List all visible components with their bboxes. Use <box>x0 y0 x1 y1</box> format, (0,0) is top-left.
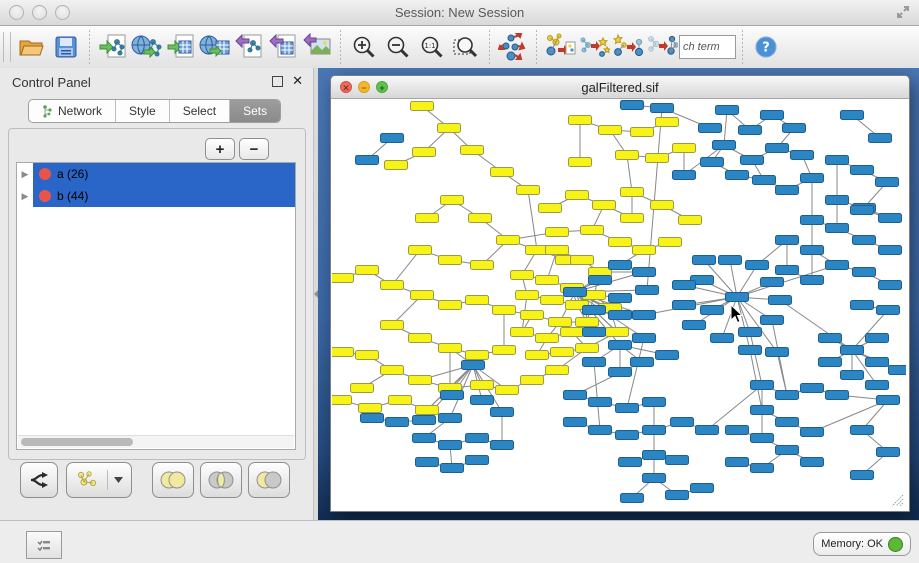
zoom-actual-size-icon[interactable]: 1:1 <box>415 30 449 64</box>
difference-sets-button[interactable] <box>248 462 290 498</box>
network-view-window[interactable]: ✕ − + galFiltered.sif <box>330 75 910 512</box>
set-color-icon <box>39 190 51 202</box>
button-divider <box>107 470 108 490</box>
set-row-a[interactable]: ▶ a (26) <box>17 163 295 185</box>
toolbar-separator <box>340 30 341 64</box>
network-window-titlebar[interactable]: ✕ − + galFiltered.sif <box>331 76 909 99</box>
control-panel: Control Panel ✕ Network Style Select Set… <box>0 68 313 520</box>
toolbar-separator <box>89 30 90 64</box>
select-from-file-icon[interactable] <box>577 30 611 64</box>
import-table-from-url-icon[interactable] <box>198 30 232 64</box>
toolbar-separator <box>536 30 537 64</box>
status-bar: Memory: OK <box>0 520 919 563</box>
control-panel-tabs: Network Style Select Sets <box>28 99 281 123</box>
set-name: b (44) <box>57 189 88 203</box>
add-set-button[interactable]: + <box>205 138 235 160</box>
toolbar-separator <box>489 30 490 64</box>
zoom-selected-region-icon[interactable] <box>449 30 483 64</box>
window-titlebar: Session: New Session <box>0 0 919 26</box>
close-panel-icon[interactable]: ✕ <box>292 73 303 89</box>
horizontal-scrollbar[interactable] <box>18 435 294 448</box>
first-neighbors-of-selected-icon[interactable] <box>543 30 577 64</box>
control-panel-header: Control Panel ✕ <box>0 68 313 96</box>
control-panel-title: Control Panel <box>12 75 91 90</box>
split-sets-button[interactable] <box>20 462 58 498</box>
import-table-from-file-icon[interactable] <box>164 30 198 64</box>
tab-style[interactable]: Style <box>115 100 169 122</box>
search-text: ch term <box>683 41 720 53</box>
toolbar-grip <box>3 32 11 62</box>
yellow-network-icon <box>75 469 101 491</box>
network-desktop: ✕ − + galFiltered.sif <box>318 68 919 520</box>
zoom-in-icon[interactable] <box>347 30 381 64</box>
expand-triangle-icon[interactable]: ▶ <box>17 169 33 180</box>
expand-window-icon[interactable] <box>895 4 911 20</box>
expand-triangle-icon[interactable]: ▶ <box>17 191 33 202</box>
export-table-icon[interactable] <box>266 30 300 64</box>
tab-sets[interactable]: Sets <box>229 100 280 122</box>
mouse-cursor <box>730 304 744 324</box>
memory-ok-icon <box>888 537 903 552</box>
split-icon <box>28 469 50 491</box>
network-window-title: galFiltered.sif <box>331 80 909 95</box>
import-network-from-file-icon[interactable] <box>96 30 130 64</box>
tab-network[interactable]: Network <box>29 100 115 122</box>
hide-selected-icon[interactable] <box>611 30 645 64</box>
tab-select[interactable]: Select <box>169 100 229 122</box>
help-button[interactable]: ? <box>749 30 783 64</box>
remove-set-button[interactable]: − <box>239 138 269 160</box>
memory-status-button[interactable]: Memory: OK <box>813 532 911 556</box>
window-title: Session: New Session <box>0 5 919 20</box>
create-group-from-set-button[interactable] <box>66 462 132 498</box>
show-all-nodes-edges-icon[interactable] <box>645 30 679 64</box>
network-tab-icon <box>42 105 53 118</box>
intersection-sets-button[interactable] <box>200 462 242 498</box>
network-canvas[interactable] <box>332 100 906 509</box>
set-row-selection: a (26) <box>33 163 295 185</box>
tab-style-label: Style <box>129 104 156 118</box>
union-sets-button[interactable] <box>152 462 194 498</box>
export-network-icon[interactable] <box>232 30 266 64</box>
memory-status-label: Memory: OK <box>821 538 883 550</box>
toolbar-separator <box>742 30 743 64</box>
tab-select-label: Select <box>183 104 216 118</box>
union-icon <box>158 469 188 491</box>
network-graph[interactable] <box>332 100 906 509</box>
tab-network-label: Network <box>58 104 102 118</box>
set-name: a (26) <box>57 167 88 181</box>
tab-sets-label: Sets <box>243 104 267 118</box>
open-file-icon[interactable] <box>15 30 49 64</box>
task-history-button[interactable] <box>26 531 62 559</box>
float-panel-icon[interactable] <box>272 76 283 87</box>
set-row-selection: b (44) <box>33 185 295 207</box>
resize-grip-icon[interactable] <box>891 494 904 507</box>
task-list-icon <box>36 538 52 552</box>
apply-preferred-layout-icon[interactable] <box>496 30 530 64</box>
intersection-icon <box>206 469 236 491</box>
toolbar: 1:1 ch term ? <box>0 26 919 69</box>
set-color-icon <box>39 168 51 180</box>
scrollbar-thumb[interactable] <box>21 438 133 446</box>
save-session-icon[interactable] <box>49 30 83 64</box>
sets-list: ▶ a (26) ▶ b (44) <box>16 162 296 450</box>
zoom-out-icon[interactable] <box>381 30 415 64</box>
chevron-down-icon <box>114 477 123 483</box>
add-set-label: + <box>216 142 225 157</box>
remove-set-label: − <box>250 142 259 157</box>
svg-text:?: ? <box>762 41 770 56</box>
import-network-from-url-icon[interactable] <box>130 30 164 64</box>
export-image-icon[interactable] <box>300 30 334 64</box>
set-row-b[interactable]: ▶ b (44) <box>17 185 295 207</box>
search-input[interactable]: ch term <box>679 35 736 59</box>
svg-text:1:1: 1:1 <box>424 42 435 50</box>
difference-icon <box>254 469 284 491</box>
